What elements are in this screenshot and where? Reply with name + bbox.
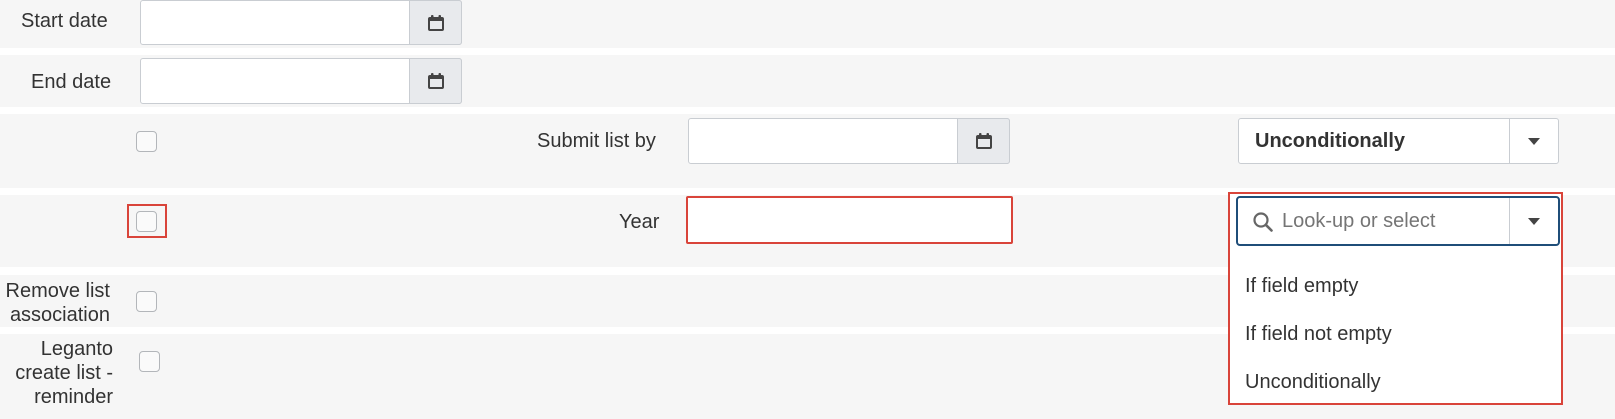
leganto-reminder-label-line3: reminder [34, 386, 113, 408]
start-date-label: Start date [21, 10, 108, 32]
calendar-icon [427, 14, 444, 31]
year-condition-search-input[interactable] [1282, 206, 1502, 236]
year-input[interactable] [686, 196, 1013, 244]
remove-list-association-label-line1: Remove list [5, 280, 110, 302]
year-label: Year [619, 211, 660, 233]
submit-list-by-calendar-button[interactable] [957, 118, 1010, 164]
year-condition-toggle[interactable] [1509, 198, 1558, 244]
year-condition-search[interactable] [1236, 196, 1560, 246]
dropdown-option-unconditionally[interactable]: Unconditionally [1245, 371, 1381, 394]
calendar-icon [427, 73, 444, 89]
submit-list-by-condition-value: Unconditionally [1255, 129, 1405, 152]
leganto-reminder-label-line1: Leganto [40, 338, 113, 360]
submit-list-by-label: Submit list by [537, 130, 656, 152]
year-checkbox-highlight [127, 204, 167, 238]
submit-list-by-checkbox[interactable] [136, 131, 157, 152]
submit-list-by-condition-select[interactable]: Unconditionally [1238, 118, 1559, 164]
submit-list-by-condition-toggle[interactable] [1509, 119, 1558, 163]
remove-list-association-checkbox[interactable] [136, 291, 157, 312]
remove-list-association-label: Remove list association [0, 279, 110, 327]
caret-down-icon [1528, 217, 1540, 225]
remove-list-association-label-line2: association [9, 304, 110, 326]
calendar-icon [975, 133, 992, 149]
caret-down-icon [1528, 137, 1540, 145]
search-icon [1253, 212, 1273, 232]
leganto-reminder-label-line2: create list - [15, 362, 113, 384]
dropdown-option-if-field-empty[interactable]: If field empty [1245, 275, 1358, 298]
end-date-label: End date [31, 71, 112, 93]
end-date-calendar-button[interactable] [409, 58, 462, 104]
dropdown-option-if-field-not-empty[interactable]: If field not empty [1245, 323, 1392, 346]
leganto-reminder-checkbox[interactable] [139, 351, 160, 372]
start-date-calendar-button[interactable] [409, 0, 462, 45]
leganto-reminder-label: Leganto create list - reminder [0, 337, 113, 409]
